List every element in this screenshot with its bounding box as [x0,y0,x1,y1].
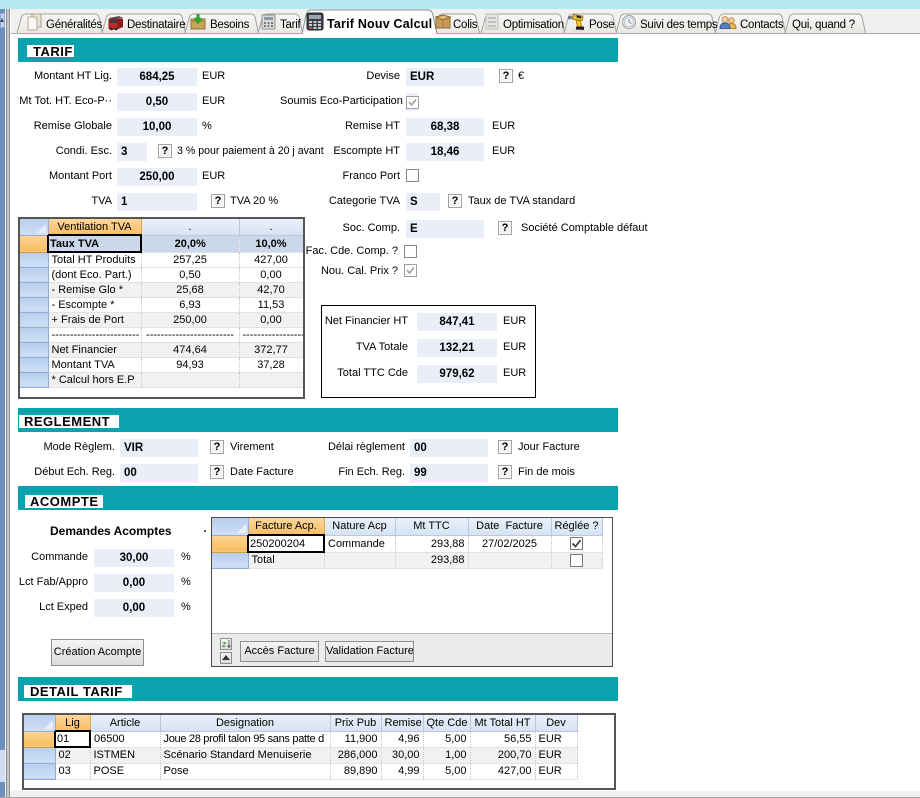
svg-text:Optimisation: Optimisation [503,19,564,31]
svg-text:Besoins: Besoins [210,19,250,31]
svg-text:z: z [222,639,227,648]
svg-text:Pose: Pose [589,19,614,31]
svg-text:Tarif: Tarif [280,19,302,31]
svg-text:Colis: Colis [453,19,478,31]
svg-text:Destinataire: Destinataire [127,19,185,31]
svg-text:Contacts: Contacts [740,19,784,31]
svg-text:Généralités: Généralités [46,19,103,31]
svg-text:Tarif Nouv Calcul: Tarif Nouv Calcul [327,17,432,31]
svg-text:Qui, quand ?: Qui, quand ? [792,19,855,31]
svg-text:Suivi des temps: Suivi des temps [640,19,718,31]
